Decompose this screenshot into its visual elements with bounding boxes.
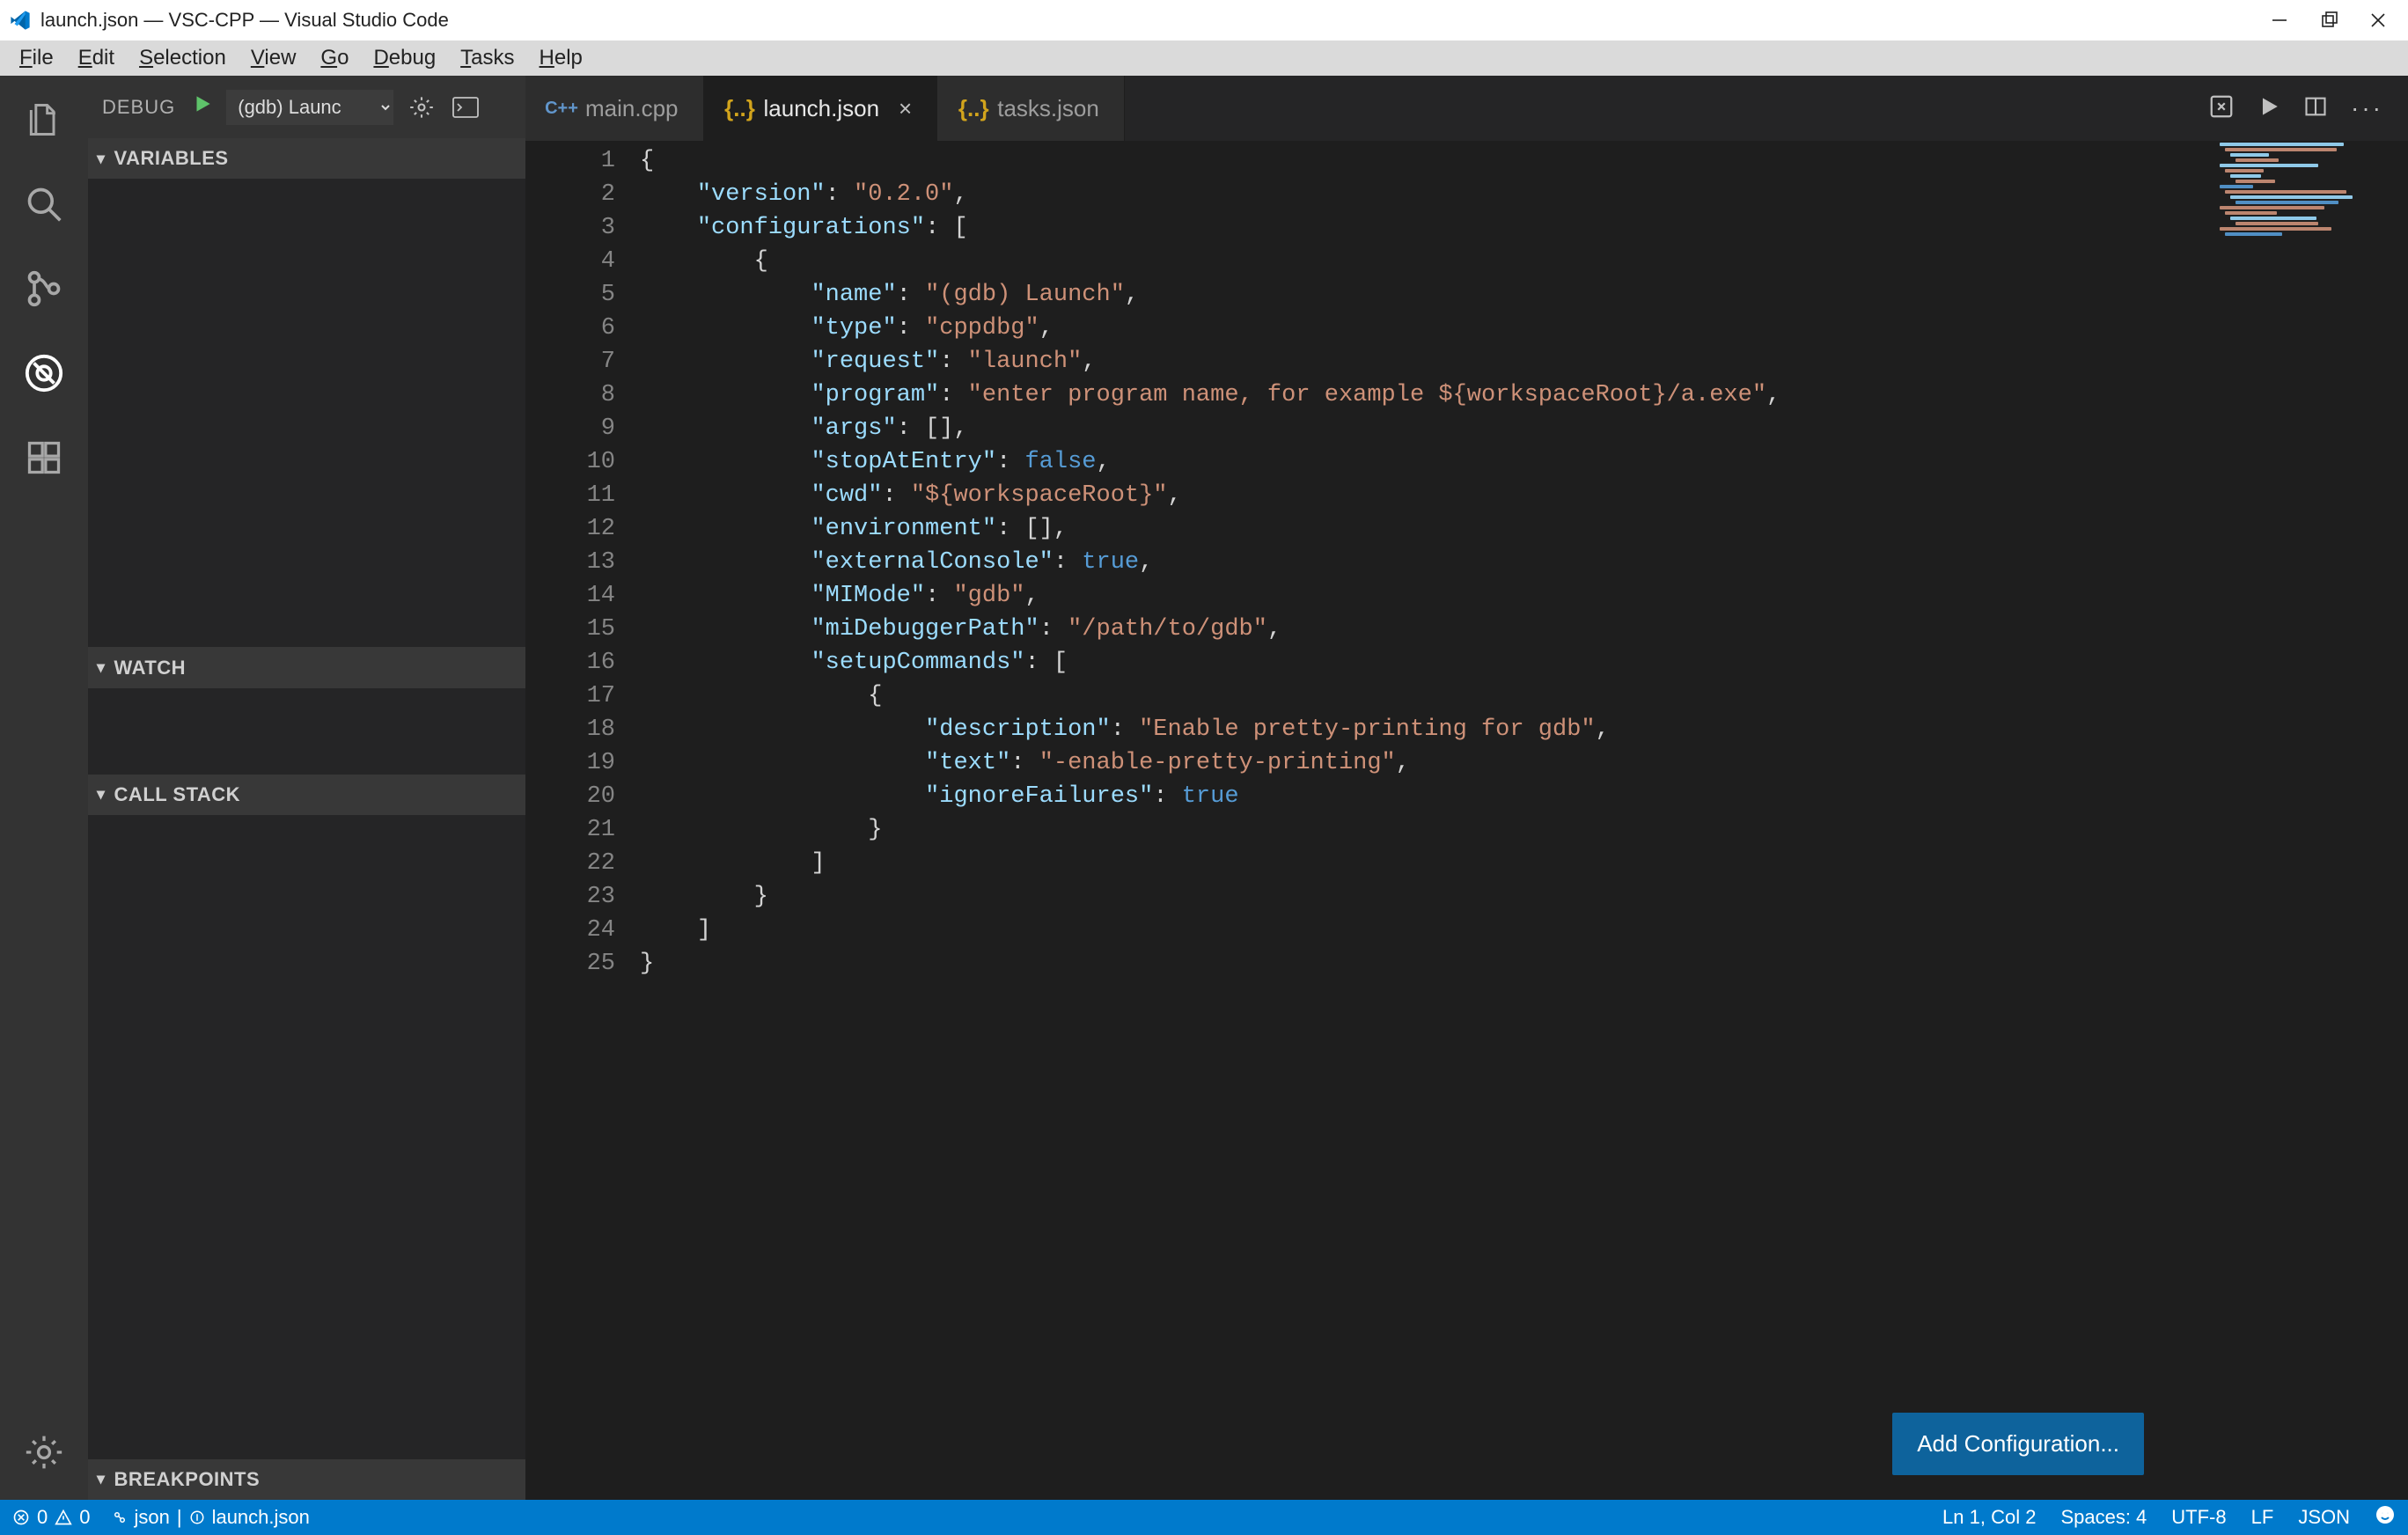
run-icon[interactable] [2258,95,2280,122]
status-errors[interactable]: 0 0 [12,1506,91,1529]
section-watch[interactable]: ▾WATCH [88,647,525,687]
debug-icon[interactable] [21,350,67,396]
section-callstack[interactable]: ▾CALL STACK [88,775,525,815]
status-bar: 0 0 json | launch.json Ln 1, Col 2 Space… [0,1500,2408,1535]
menu-go[interactable]: Go [308,42,361,74]
line-numbers: 1234567891011121314151617181920212223242… [525,141,636,1500]
extensions-icon[interactable] [21,435,67,481]
debug-config-select[interactable]: (gdb) Launc [226,90,393,125]
tab-tasks-json[interactable]: {..} tasks.json [937,76,1125,141]
window-title: launch.json — VSC-CPP — Visual Studio Co… [40,9,2255,32]
editor-group: C++ main.cpp {..} launch.json × {..} tas… [525,76,2408,1500]
source-control-icon[interactable] [21,266,67,312]
status-encoding[interactable]: UTF-8 [2171,1506,2226,1529]
status-cursor[interactable]: Ln 1, Col 2 [1942,1506,2036,1529]
debug-console-icon[interactable] [450,97,481,118]
menu-view[interactable]: View [239,42,309,74]
start-debug-icon[interactable] [191,92,214,121]
search-icon[interactable] [21,181,67,227]
status-spaces[interactable]: Spaces: 4 [2060,1506,2147,1529]
close-button[interactable] [2353,0,2403,40]
minimap[interactable] [2214,141,2408,334]
tab-bar: C++ main.cpp {..} launch.json × {..} tas… [525,76,2408,141]
section-breakpoints[interactable]: ▾BREAKPOINTS [88,1459,525,1500]
section-variables[interactable]: ▾VARIABLES [88,138,525,179]
menu-selection[interactable]: Selection [127,42,239,74]
menu-file[interactable]: File [7,42,66,74]
feedback-smiley-icon[interactable] [2375,1504,2396,1531]
menu-debug[interactable]: Debug [361,42,448,74]
menubar: File Edit Selection View Go Debug Tasks … [0,40,2408,76]
status-schema[interactable]: json | launch.json [112,1506,310,1529]
debug-settings-icon[interactable] [406,95,437,120]
editor[interactable]: 1234567891011121314151617181920212223242… [525,141,2408,1500]
maximize-button[interactable] [2304,0,2353,40]
status-language[interactable]: JSON [2298,1506,2350,1529]
debug-sidebar: DEBUG (gdb) Launc ▾VARIABLES ▾WATCH ▾CAL… [88,76,525,1500]
explorer-icon[interactable] [21,97,67,143]
menu-edit[interactable]: Edit [66,42,127,74]
activity-bar [0,76,88,1500]
tab-launch-json[interactable]: {..} launch.json × [704,76,938,141]
code-content[interactable]: { "version": "0.2.0", "configurations": … [636,141,1780,1500]
more-actions-icon[interactable]: ··· [2351,94,2383,122]
cpp-file-icon: C++ [550,99,573,119]
debug-label: DEBUG [102,96,175,119]
vscode-logo-icon [9,9,32,32]
close-tab-icon[interactable]: × [899,95,912,122]
json-file-icon: {..} [729,95,752,122]
menu-help[interactable]: Help [527,42,595,74]
minimize-button[interactable] [2255,0,2304,40]
menu-tasks[interactable]: Tasks [448,42,526,74]
titlebar: launch.json — VSC-CPP — Visual Studio Co… [0,0,2408,40]
tab-main-cpp[interactable]: C++ main.cpp [525,76,704,141]
status-eol[interactable]: LF [2251,1506,2274,1529]
json-file-icon: {..} [962,95,985,122]
split-editor-icon[interactable] [2303,94,2328,123]
add-configuration-button[interactable]: Add Configuration... [1892,1413,2144,1475]
settings-gear-icon[interactable] [21,1429,67,1475]
debug-header: DEBUG (gdb) Launc [88,76,525,138]
compare-changes-icon[interactable] [2208,93,2235,124]
